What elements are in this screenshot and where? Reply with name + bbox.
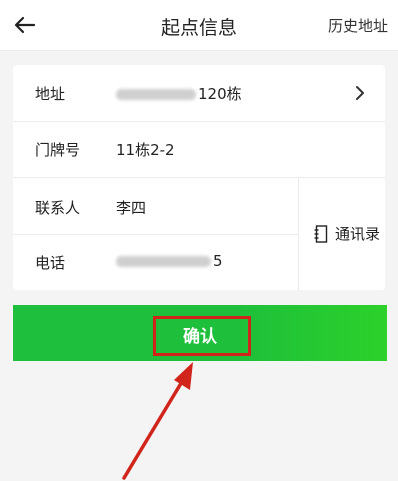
phone-label: 电话	[35, 254, 66, 272]
contact-label: 联系人	[35, 199, 81, 217]
contact-value: 李四	[116, 199, 147, 217]
address-form-card: 地址 120栋 门牌号 11栋2-2 联系人 李四 电话 5 通讯录	[13, 65, 385, 290]
contact-row[interactable]: 联系人 李四	[13, 177, 298, 233]
top-bar: 起点信息 历史地址	[0, 0, 398, 51]
address-book-button[interactable]: 通讯录	[298, 177, 385, 290]
address-book-label: 通讯录	[335, 225, 381, 243]
chevron-right-icon[interactable]	[353, 85, 367, 101]
address-row[interactable]: 地址 120栋	[13, 65, 385, 121]
phone-value: 5	[116, 252, 223, 270]
address-label: 地址	[35, 85, 66, 103]
door-number-row[interactable]: 门牌号 11栋2-2	[13, 121, 385, 177]
annotation-highlight-box	[153, 316, 251, 356]
door-number-label: 门牌号	[35, 141, 81, 159]
door-number-value: 11栋2-2	[116, 141, 175, 159]
history-address-button[interactable]: 历史地址	[328, 15, 388, 36]
address-value: 120栋	[116, 83, 242, 104]
address-book-icon	[314, 225, 328, 243]
phone-row[interactable]: 电话 5	[13, 234, 298, 290]
